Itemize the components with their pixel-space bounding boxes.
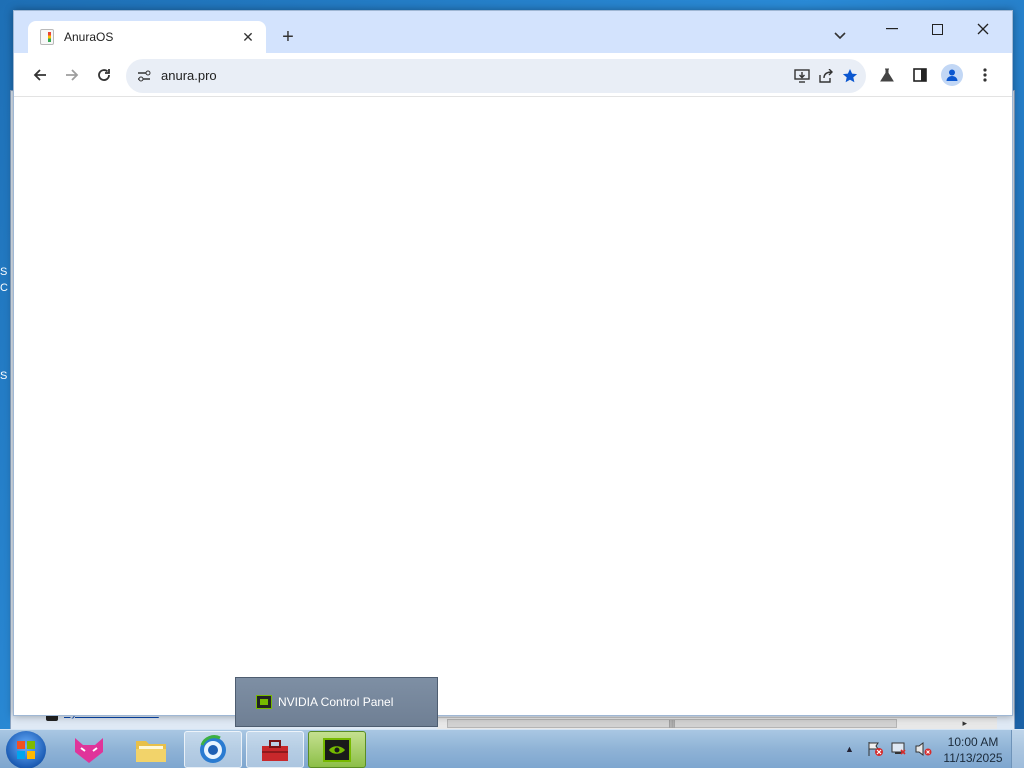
nvidia-icon	[256, 695, 272, 709]
reload-button[interactable]	[92, 63, 116, 87]
start-button[interactable]	[6, 731, 46, 768]
desktop-text-fragment: S	[0, 370, 8, 382]
browser-toolbar: anura.pro	[14, 53, 1012, 97]
volume-muted-icon[interactable]	[914, 741, 932, 757]
tab-title: AnuraOS	[64, 30, 114, 44]
close-icon[interactable]: ✕	[238, 27, 258, 47]
action-center-flag-icon[interactable]	[866, 741, 884, 757]
scroll-right-icon[interactable]: ▸	[962, 718, 967, 729]
tab-anuraos[interactable]: AnuraOS ✕	[28, 21, 266, 53]
show-desktop-button[interactable]	[1011, 730, 1024, 768]
browser-titlebar: AnuraOS ✕ +	[14, 11, 1012, 53]
scrollbar-thumb[interactable]: |||	[447, 719, 897, 728]
url-text[interactable]: anura.pro	[161, 68, 217, 83]
address-bar[interactable]: anura.pro	[126, 59, 866, 93]
show-hidden-icons-button[interactable]: ▲	[845, 744, 854, 754]
site-settings-icon[interactable]	[136, 68, 152, 84]
side-panel-icon[interactable]	[909, 64, 931, 86]
file-explorer-icon[interactable]	[122, 731, 180, 768]
labs-flask-icon[interactable]	[876, 64, 898, 86]
taskbar: ▲ 10:00 AM 11/13/2025	[0, 729, 1024, 768]
page-content[interactable]	[18, 98, 1006, 710]
forward-button[interactable]	[60, 63, 84, 87]
new-tab-button[interactable]: +	[276, 25, 300, 49]
bookmark-star-icon[interactable]	[840, 66, 860, 86]
nvidia-icon[interactable]	[308, 731, 366, 768]
kitty-app-icon[interactable]	[60, 731, 118, 768]
chevron-down-icon[interactable]	[830, 26, 850, 46]
jump-list-item-nvidia[interactable]: NVIDIA Control Panel	[235, 677, 438, 727]
jump-list-label: NVIDIA Control Panel	[278, 695, 394, 709]
browser-window: AnuraOS ✕ + anura.pro	[13, 10, 1013, 716]
browser-globe-icon[interactable]	[184, 731, 242, 768]
back-button[interactable]	[28, 63, 52, 87]
kebab-menu-icon[interactable]	[974, 64, 996, 86]
profile-avatar-icon[interactable]	[941, 64, 963, 86]
favicon-icon	[40, 29, 54, 45]
share-icon[interactable]	[816, 66, 836, 86]
install-app-icon[interactable]	[792, 66, 812, 86]
toolbox-icon[interactable]	[246, 731, 304, 768]
system-clock[interactable]: 10:00 AM 11/13/2025	[938, 734, 1008, 766]
maximize-button[interactable]	[914, 15, 960, 43]
network-icon[interactable]	[890, 741, 908, 757]
clock-date: 11/13/2025	[943, 751, 1003, 765]
horizontal-scrollbar[interactable]: ||| ▸	[437, 717, 997, 729]
close-window-button[interactable]	[960, 15, 1006, 43]
clock-time: 10:00 AM	[947, 735, 999, 749]
minimize-button[interactable]	[869, 15, 915, 43]
desktop-text-fragment: C	[0, 282, 8, 294]
desktop-text-fragment: S	[0, 266, 8, 278]
